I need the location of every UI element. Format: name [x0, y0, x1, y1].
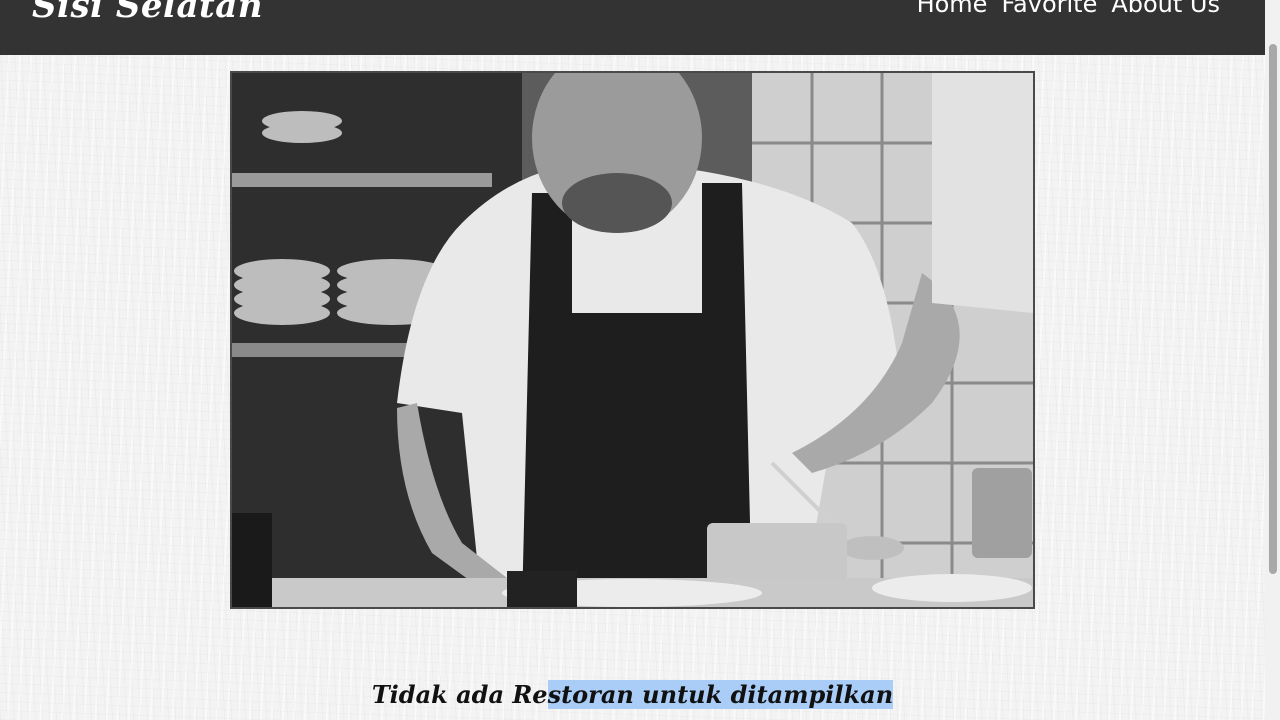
nav-about-us-link[interactable]: About Us: [1111, 0, 1220, 18]
empty-message-text-start: Tidak ada Re: [371, 680, 548, 709]
hero-image: [230, 71, 1035, 609]
nav-favorite-link[interactable]: Favorite: [1001, 0, 1097, 18]
nav-home-link[interactable]: Home: [917, 0, 988, 18]
app-header: Sisi Selatan Home Favorite About Us: [0, 0, 1265, 55]
page-scrollbar[interactable]: [1265, 0, 1280, 720]
empty-message-text-selected: storan untuk ditampilkan: [547, 680, 894, 709]
empty-state-message: Tidak ada Restoran untuk ditampilkan: [0, 680, 1265, 709]
brand-logo[interactable]: Sisi Selatan: [32, 0, 263, 26]
chef-photo: [232, 73, 1033, 607]
main-nav: Home Favorite About Us: [917, 0, 1220, 18]
scrollbar-thumb[interactable]: [1269, 44, 1277, 574]
